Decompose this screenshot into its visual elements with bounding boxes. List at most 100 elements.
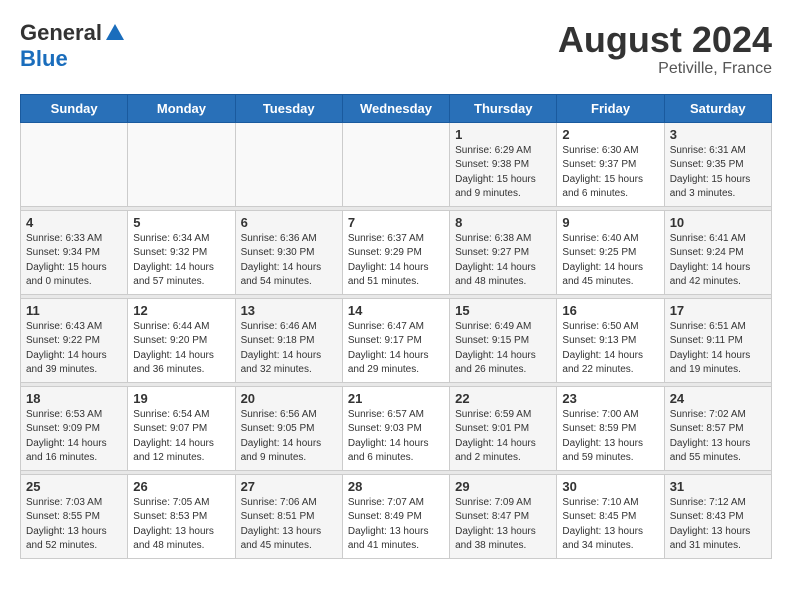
day-info: Sunrise: 6:59 AM Sunset: 9:01 PM Dayligh… <box>455 408 551 466</box>
day-info: Sunrise: 7:03 AM Sunset: 8:55 PM Dayligh… <box>26 496 122 554</box>
day-info: Sunrise: 6:56 AM Sunset: 9:05 PM Dayligh… <box>241 408 337 466</box>
day-info: Sunrise: 6:43 AM Sunset: 9:22 PM Dayligh… <box>26 320 122 378</box>
day-info: Sunrise: 7:12 AM Sunset: 8:43 PM Dayligh… <box>670 496 766 554</box>
day-info: Sunrise: 6:33 AM Sunset: 9:34 PM Dayligh… <box>26 232 122 290</box>
day-number: 14 <box>348 303 444 318</box>
weekday-header-tuesday: Tuesday <box>235 94 342 122</box>
day-info: Sunrise: 7:06 AM Sunset: 8:51 PM Dayligh… <box>241 496 337 554</box>
calendar-week-3: 11 Sunrise: 6:43 AM Sunset: 9:22 PM Dayli… <box>21 298 772 382</box>
day-info: Sunrise: 7:07 AM Sunset: 8:49 PM Dayligh… <box>348 496 444 554</box>
day-number: 18 <box>26 391 122 406</box>
day-number: 27 <box>241 479 337 494</box>
day-info: Sunrise: 7:09 AM Sunset: 8:47 PM Dayligh… <box>455 496 551 554</box>
calendar-cell <box>21 122 128 206</box>
day-number: 22 <box>455 391 551 406</box>
logo: General Blue <box>20 20 126 72</box>
day-number: 23 <box>562 391 658 406</box>
day-info: Sunrise: 7:02 AM Sunset: 8:57 PM Dayligh… <box>670 408 766 466</box>
day-info: Sunrise: 6:53 AM Sunset: 9:09 PM Dayligh… <box>26 408 122 466</box>
day-number: 5 <box>133 215 229 230</box>
day-info: Sunrise: 6:31 AM Sunset: 9:35 PM Dayligh… <box>670 144 766 202</box>
title-section: August 2024 Petiville, France <box>558 20 772 78</box>
calendar-cell: 14 Sunrise: 6:47 AM Sunset: 9:17 PM Dayli… <box>342 298 449 382</box>
calendar-cell: 5 Sunrise: 6:34 AM Sunset: 9:32 PM Daylig… <box>128 210 235 294</box>
calendar-cell: 26 Sunrise: 7:05 AM Sunset: 8:53 PM Dayli… <box>128 474 235 558</box>
weekday-header-monday: Monday <box>128 94 235 122</box>
day-number: 20 <box>241 391 337 406</box>
weekday-header-thursday: Thursday <box>450 94 557 122</box>
calendar-cell: 16Sunrise: 6:50 AM Sunset: 9:13 PM Dayli… <box>557 298 664 382</box>
calendar-cell <box>128 122 235 206</box>
day-info: Sunrise: 6:50 AM Sunset: 9:13 PM Dayligh… <box>562 320 658 378</box>
calendar-cell: 6Sunrise: 6:36 AM Sunset: 9:30 PM Daylig… <box>235 210 342 294</box>
day-number: 2 <box>562 127 658 142</box>
calendar-cell: 17 Sunrise: 6:51 AM Sunset: 9:11 PM Dayli… <box>664 298 771 382</box>
calendar-week-1: 1 Sunrise: 6:29 AM Sunset: 9:38 PM Daylig… <box>21 122 772 206</box>
day-number: 28 <box>348 479 444 494</box>
calendar-cell: 20 Sunrise: 6:56 AM Sunset: 9:05 PM Dayli… <box>235 386 342 470</box>
day-info: Sunrise: 6:40 AM Sunset: 9:25 PM Dayligh… <box>562 232 658 290</box>
calendar-cell <box>235 122 342 206</box>
day-info: Sunrise: 6:41 AM Sunset: 9:24 PM Dayligh… <box>670 232 766 290</box>
day-info: Sunrise: 7:00 AM Sunset: 8:59 PM Dayligh… <box>562 408 658 466</box>
day-number: 24 <box>670 391 766 406</box>
day-number: 11 <box>26 303 122 318</box>
calendar-cell: 27 Sunrise: 7:06 AM Sunset: 8:51 PM Dayli… <box>235 474 342 558</box>
day-info: Sunrise: 6:37 AM Sunset: 9:29 PM Dayligh… <box>348 232 444 290</box>
day-info: Sunrise: 6:57 AM Sunset: 9:03 PM Dayligh… <box>348 408 444 466</box>
weekday-header-wednesday: Wednesday <box>342 94 449 122</box>
weekday-header-friday: Friday <box>557 94 664 122</box>
location-text: Petiville, France <box>558 60 772 78</box>
day-number: 31 <box>670 479 766 494</box>
month-title: August 2024 <box>558 20 772 60</box>
day-number: 3 <box>670 127 766 142</box>
day-number: 30 <box>562 479 658 494</box>
calendar-cell: 29Sunrise: 7:09 AM Sunset: 8:47 PM Dayli… <box>450 474 557 558</box>
day-number: 10 <box>670 215 766 230</box>
day-info: Sunrise: 6:51 AM Sunset: 9:11 PM Dayligh… <box>670 320 766 378</box>
calendar-cell: 11 Sunrise: 6:43 AM Sunset: 9:22 PM Dayli… <box>21 298 128 382</box>
day-number: 9 <box>562 215 658 230</box>
day-info: Sunrise: 6:44 AM Sunset: 9:20 PM Dayligh… <box>133 320 229 378</box>
calendar-table: SundayMondayTuesdayWednesdayThursdayFrid… <box>20 94 772 559</box>
page-header: General Blue August 2024 Petiville, Fran… <box>20 20 772 78</box>
day-number: 7 <box>348 215 444 230</box>
day-number: 26 <box>133 479 229 494</box>
day-info: Sunrise: 6:47 AM Sunset: 9:17 PM Dayligh… <box>348 320 444 378</box>
day-number: 17 <box>670 303 766 318</box>
calendar-cell <box>342 122 449 206</box>
day-info: Sunrise: 7:10 AM Sunset: 8:45 PM Dayligh… <box>562 496 658 554</box>
day-info: Sunrise: 6:34 AM Sunset: 9:32 PM Dayligh… <box>133 232 229 290</box>
calendar-cell: 4Sunrise: 6:33 AM Sunset: 9:34 PM Daylig… <box>21 210 128 294</box>
logo-blue-text: Blue <box>20 46 68 72</box>
calendar-cell: 7 Sunrise: 6:37 AM Sunset: 9:29 PM Daylig… <box>342 210 449 294</box>
weekday-header-row: SundayMondayTuesdayWednesdayThursdayFrid… <box>21 94 772 122</box>
day-number: 19 <box>133 391 229 406</box>
day-info: Sunrise: 6:46 AM Sunset: 9:18 PM Dayligh… <box>241 320 337 378</box>
weekday-header-sunday: Sunday <box>21 94 128 122</box>
day-info: Sunrise: 6:36 AM Sunset: 9:30 PM Dayligh… <box>241 232 337 290</box>
day-number: 13 <box>241 303 337 318</box>
calendar-cell: 22 Sunrise: 6:59 AM Sunset: 9:01 PM Dayli… <box>450 386 557 470</box>
calendar-week-5: 25 Sunrise: 7:03 AM Sunset: 8:55 PM Dayli… <box>21 474 772 558</box>
calendar-cell: 28 Sunrise: 7:07 AM Sunset: 8:49 PM Dayli… <box>342 474 449 558</box>
day-info: Sunrise: 6:29 AM Sunset: 9:38 PM Dayligh… <box>455 144 551 202</box>
day-info: Sunrise: 7:05 AM Sunset: 8:53 PM Dayligh… <box>133 496 229 554</box>
day-number: 15 <box>455 303 551 318</box>
calendar-cell: 2Sunrise: 6:30 AM Sunset: 9:37 PM Daylig… <box>557 122 664 206</box>
calendar-cell: 9 Sunrise: 6:40 AM Sunset: 9:25 PM Daylig… <box>557 210 664 294</box>
day-number: 1 <box>455 127 551 142</box>
calendar-cell: 21 Sunrise: 6:57 AM Sunset: 9:03 PM Dayli… <box>342 386 449 470</box>
calendar-week-2: 4Sunrise: 6:33 AM Sunset: 9:34 PM Daylig… <box>21 210 772 294</box>
calendar-cell: 15 Sunrise: 6:49 AM Sunset: 9:15 PM Dayli… <box>450 298 557 382</box>
day-info: Sunrise: 6:38 AM Sunset: 9:27 PM Dayligh… <box>455 232 551 290</box>
calendar-cell: 24 Sunrise: 7:02 AM Sunset: 8:57 PM Dayli… <box>664 386 771 470</box>
calendar-cell: 1 Sunrise: 6:29 AM Sunset: 9:38 PM Daylig… <box>450 122 557 206</box>
day-number: 25 <box>26 479 122 494</box>
calendar-cell: 19Sunrise: 6:54 AM Sunset: 9:07 PM Dayli… <box>128 386 235 470</box>
day-number: 21 <box>348 391 444 406</box>
calendar-cell: 25 Sunrise: 7:03 AM Sunset: 8:55 PM Dayli… <box>21 474 128 558</box>
calendar-cell: 23 Sunrise: 7:00 AM Sunset: 8:59 PM Dayli… <box>557 386 664 470</box>
day-info: Sunrise: 6:49 AM Sunset: 9:15 PM Dayligh… <box>455 320 551 378</box>
logo-icon <box>104 22 126 44</box>
